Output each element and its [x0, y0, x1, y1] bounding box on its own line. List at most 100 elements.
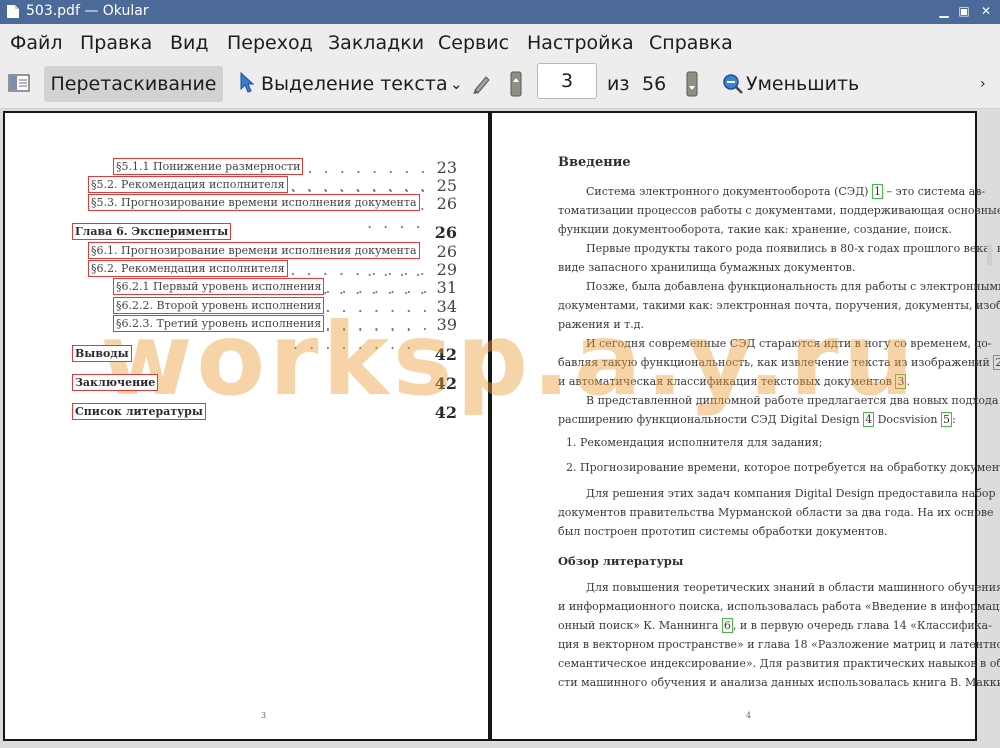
- toc-link[interactable]: §6.2. Рекомендация исполнителя: [88, 260, 288, 277]
- toc-page: 42: [434, 403, 457, 422]
- text-line: виде запасного хранилища бумажных докуме…: [558, 261, 856, 274]
- text-line: Для повышения теоретических знаний в обл…: [586, 581, 1000, 594]
- drag-mode-button[interactable]: Перетаскивание: [44, 66, 223, 102]
- toc-link[interactable]: Список литературы: [72, 403, 206, 420]
- citation-link[interactable]: 2: [993, 355, 1000, 370]
- citation-link[interactable]: 4: [863, 412, 875, 427]
- page-total: 56: [642, 73, 667, 95]
- text-line: сти машинного обучения и анализа данных …: [558, 676, 1000, 689]
- toc-row[interactable]: §5.3. Прогнозирование времени исполнения…: [88, 194, 420, 211]
- text-line: функции документооборота, такие как: хра…: [558, 223, 952, 236]
- text-line: расширению функциональности СЭД Digital …: [558, 412, 956, 427]
- zoom-out-icon[interactable]: [722, 73, 744, 95]
- citation-link[interactable]: 5: [940, 412, 952, 427]
- toc-row[interactable]: §6.2. Рекомендация исполнителя: [88, 260, 288, 277]
- toc-page: 26: [434, 223, 457, 242]
- heading-review: Обзор литературы: [558, 554, 684, 568]
- toc-row[interactable]: §6.2.1 Первый уровень исполнения: [113, 278, 325, 295]
- toolbar: Перетаскивание Выделение текста ⌄ из 56 …: [0, 62, 1000, 109]
- toc-link[interactable]: §6.2.3. Третий уровень исполнения: [113, 315, 325, 332]
- page-of-label: из: [607, 73, 630, 95]
- text-line: онный поиск» К. Маннинга 6, и в первую о…: [558, 618, 992, 633]
- toc-row[interactable]: §5.2. Рекомендация исполнителя: [88, 176, 288, 193]
- toc-row[interactable]: §6.2.3. Третий уровень исполнения: [113, 315, 325, 332]
- text-line: и информационного поиска, использовалась…: [558, 600, 1000, 613]
- toc-page: 31: [436, 278, 457, 297]
- page-number-input[interactable]: [537, 63, 597, 99]
- text-line: И сегодня современные СЭД стараются идти…: [586, 337, 992, 350]
- text-line: Система электронного документооборота (С…: [586, 184, 986, 199]
- annotate-pen-icon[interactable]: [471, 72, 493, 96]
- toc-page: 42: [434, 345, 457, 364]
- citation-link[interactable]: 3: [895, 374, 907, 389]
- menu-go[interactable]: Переход: [227, 32, 313, 54]
- text-line: семантическое индексирование». Для разви…: [558, 657, 1000, 670]
- minimize-icon[interactable]: ▁: [935, 2, 953, 20]
- toc-link[interactable]: §5.1.1 Понижение размерности: [113, 158, 304, 175]
- menu-tools[interactable]: Сервис: [438, 32, 509, 54]
- page-up-icon[interactable]: [510, 71, 522, 97]
- toc-row[interactable]: Глава 6. Эксперименты: [72, 223, 232, 240]
- text-line: был построен прототип системы обработки …: [558, 525, 888, 538]
- title-bar: 503.pdf — Okular ▁ ▣ ✕: [0, 0, 1000, 24]
- list-item: 1. Рекомендация исполнителя для задания;: [566, 436, 823, 449]
- toc-page: 29: [436, 260, 457, 279]
- scrollbar-thumb[interactable]: [987, 244, 992, 266]
- text-line: томатизации процессов работы с документа…: [558, 204, 1000, 217]
- menu-file[interactable]: Файл: [10, 32, 63, 54]
- list-item: 2. Прогнозирование времени, которое потр…: [566, 461, 1000, 474]
- citation-link[interactable]: 1: [871, 184, 883, 199]
- toc-row[interactable]: Список литературы: [72, 403, 206, 420]
- toc-row[interactable]: §5.1.1 Понижение размерности: [113, 158, 304, 175]
- maximize-icon[interactable]: ▣: [955, 2, 973, 20]
- toc-page: 23: [436, 158, 457, 177]
- text-select-button[interactable]: Выделение текста: [261, 66, 448, 102]
- text-line: ражения и т.д.: [558, 318, 645, 331]
- toc-page: 42: [434, 374, 457, 393]
- citation-link[interactable]: 6: [721, 618, 733, 633]
- toc-link[interactable]: Глава 6. Эксперименты: [72, 223, 232, 240]
- toc-row[interactable]: §6.2.2. Второй уровень исполнения: [113, 297, 325, 314]
- document-view[interactable]: §5.1.1 Понижение размерности . . . . . .…: [0, 109, 1000, 748]
- text-line: Первые продукты такого рода появились в …: [586, 242, 1000, 255]
- toc-row[interactable]: Выводы: [72, 345, 132, 362]
- dropdown-arrow-icon[interactable]: ⌄: [450, 66, 463, 102]
- text-line: бавляя такую функциональность, как извле…: [558, 355, 1000, 370]
- okular-icon: [7, 5, 19, 18]
- text-line: В представленной дипломной работе предла…: [586, 394, 1000, 407]
- toc-row[interactable]: Заключение: [72, 374, 159, 391]
- sidebar-toggle-icon[interactable]: [8, 74, 30, 92]
- toc-link[interactable]: §6.1. Прогнозирование времени исполнения…: [88, 242, 420, 259]
- menu-bookmarks[interactable]: Закладки: [328, 32, 424, 54]
- toc-page: 26: [436, 194, 457, 213]
- menu-bar: Файл Правка Вид Переход Закладки Сервис …: [0, 24, 1000, 62]
- toc-link[interactable]: §5.2. Рекомендация исполнителя: [88, 176, 288, 193]
- pdf-page-3: §5.1.1 Понижение размерности . . . . . .…: [3, 111, 490, 741]
- toc-page: 26: [436, 242, 457, 261]
- menu-settings[interactable]: Настройка: [527, 32, 634, 54]
- menu-view[interactable]: Вид: [170, 32, 209, 54]
- text-line: документами, такими как: электронная поч…: [558, 299, 1000, 312]
- toc-link[interactable]: §6.2.2. Второй уровень исполнения: [113, 297, 325, 314]
- text-line: ция в векторном пространстве» и глава 18…: [558, 638, 1000, 651]
- toc-link[interactable]: §5.3. Прогнозирование времени исполнения…: [88, 194, 420, 211]
- page-down-icon[interactable]: [686, 71, 698, 97]
- text-line: Позже, была добавлена функциональность д…: [586, 280, 1000, 293]
- more-arrow-icon[interactable]: ›: [980, 66, 986, 102]
- menu-help[interactable]: Справка: [649, 32, 733, 54]
- window-title: 503.pdf — Okular: [26, 3, 149, 19]
- zoom-out-button[interactable]: Уменьшить: [746, 66, 859, 102]
- toc-link[interactable]: Выводы: [72, 345, 132, 362]
- toc-row[interactable]: §6.1. Прогнозирование времени исполнения…: [88, 242, 420, 259]
- pdf-page-4: Введение Система электронного документоо…: [490, 111, 1000, 741]
- toc-link[interactable]: §6.2.1 Первый уровень исполнения: [113, 278, 325, 295]
- toc-page: 25: [436, 176, 457, 195]
- page-number: 4: [746, 711, 752, 720]
- menu-edit[interactable]: Правка: [80, 32, 152, 54]
- toc-page: 34: [436, 297, 457, 316]
- close-icon[interactable]: ✕: [977, 2, 995, 20]
- page-number: 3: [261, 711, 267, 720]
- text-line: и автоматическая классификация текстовых…: [558, 374, 910, 389]
- toc-link[interactable]: Заключение: [72, 374, 159, 391]
- text-line: документов правительства Мурманской обла…: [558, 506, 994, 519]
